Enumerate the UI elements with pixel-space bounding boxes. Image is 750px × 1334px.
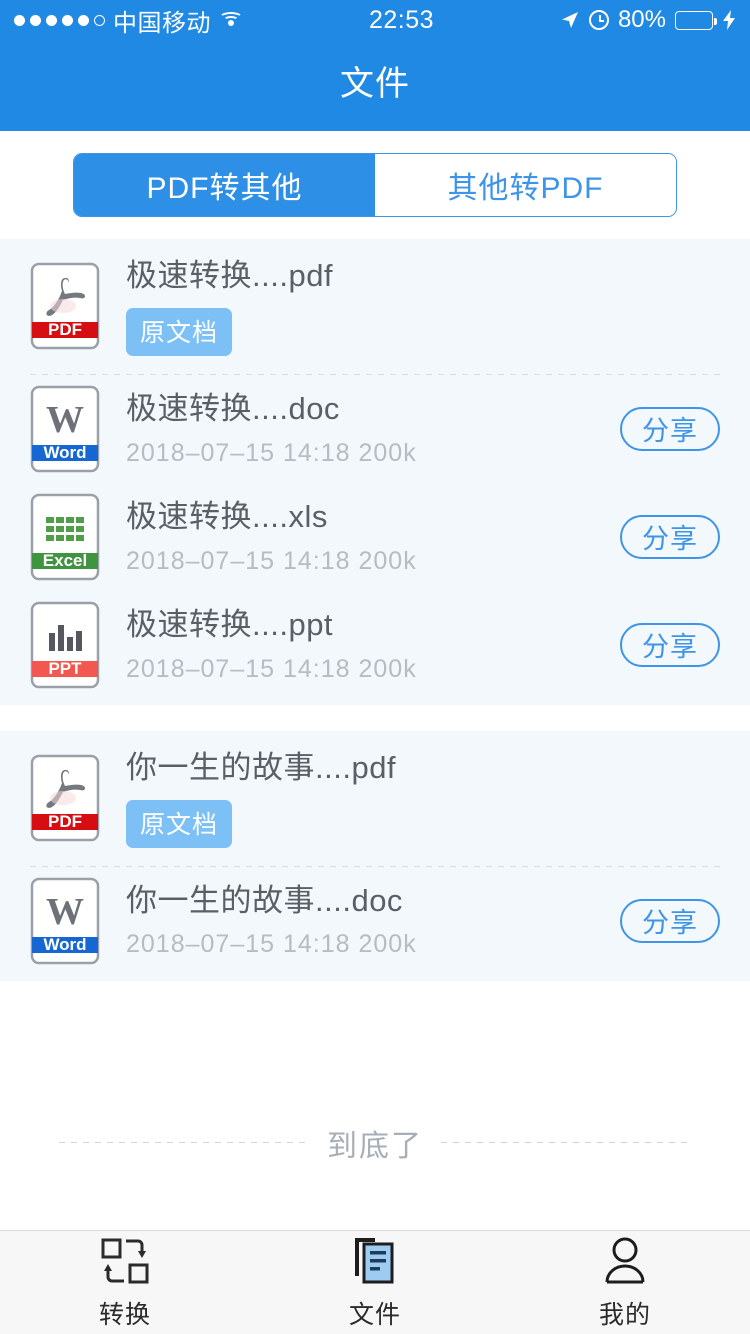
list-end-marker: 到底了 [0,1121,750,1165]
charging-bolt-icon [723,10,735,30]
tab-pdf-to-other[interactable]: PDF转其他 [74,154,375,216]
wifi-icon [219,11,243,29]
tab-other-to-pdf[interactable]: 其他转PDF [375,154,676,216]
file-meta: 2018–07–15 14:18 200k [126,438,417,467]
segmented-control[interactable]: PDF转其他 其他转PDF [73,153,677,217]
file-name: 你一生的故事....pdf [126,749,397,785]
tab-convert[interactable]: 转换 [0,1231,250,1334]
svg-text:W: W [46,399,84,441]
converted-file-text: 极速转换....ppt 2018–07–15 14:18 200k [126,606,620,684]
tab-files-label: 文件 [348,1300,401,1329]
signal-dot [30,14,41,26]
page-title: 文件 [340,65,410,103]
list-end-line-right [441,1142,691,1143]
carrier-label: 中国移动 [113,9,211,37]
share-button[interactable]: 分享 [620,406,720,451]
file-name: 你一生的故事....doc [126,882,403,918]
file-name: 极速转换....xls [126,498,328,534]
file-name: 极速转换....doc [126,390,340,426]
svg-text:PDF: PDF [48,812,82,831]
file-meta: 2018–07–15 14:18 200k [126,546,417,575]
converted-file-row[interactable]: W Word 你一生的故事....doc 2018–07–15 14:18 20… [0,867,750,975]
tab-convert-label: 转换 [98,1300,151,1329]
svg-text:W: W [46,891,84,933]
convert-icon [100,1235,150,1287]
excel-file-icon: Excel [30,493,100,581]
file-name: 极速转换....ppt [126,606,334,642]
signal-dot [14,14,25,26]
share-button[interactable]: 分享 [620,622,720,667]
status-bar-right: 80% [560,6,736,34]
location-arrow-icon [561,12,578,28]
file-name: 极速转换....pdf [126,258,334,293]
pdf-file-icon: PDF [30,754,100,842]
battery-percent-label: 80% [617,6,666,33]
share-button[interactable]: 分享 [620,898,720,943]
svg-text:PDF: PDF [48,320,82,339]
status-badge: 原文档 [126,799,233,848]
file-list[interactable]: PDF 极速转换....pdf 原文档 W Word 极速转换....doc 2… [0,239,750,1230]
tab-profile[interactable]: 我的 [500,1231,750,1334]
svg-text:Excel: Excel [43,551,87,570]
list-end-label: 到底了 [327,1129,423,1163]
tab-files[interactable]: 文件 [250,1231,500,1334]
converted-file-text: 极速转换....doc 2018–07–15 14:18 200k [126,390,620,468]
source-file-row[interactable]: PDF 极速转换....pdf 原文档 [0,239,750,374]
signal-dot [46,14,57,26]
converted-file-row[interactable]: Excel 极速转换....xls 2018–07–15 14:18 200k … [0,483,750,591]
bottom-tab-bar: 转换 文件 我的 [0,1230,750,1334]
signal-strength-dots [14,14,105,26]
status-bar: 中国移动 22:53 80% [0,0,750,40]
status-bar-left: 中国移动 [14,3,243,38]
file-meta: 2018–07–15 14:18 200k [126,654,417,683]
battery-icon [675,10,717,30]
converted-file-row[interactable]: W Word 极速转换....doc 2018–07–15 14:18 200k… [0,375,750,483]
signal-dot [78,14,89,26]
svg-text:PPT: PPT [48,659,82,678]
file-group: PDF 极速转换....pdf 原文档 W Word 极速转换....doc 2… [0,239,750,705]
ppt-file-icon: PPT [30,601,100,689]
signal-dot [62,14,73,26]
signal-dot-empty [94,14,105,26]
list-end-line-left [59,1142,309,1143]
converted-file-row[interactable]: PPT 极速转换....ppt 2018–07–15 14:18 200k 分享 [0,591,750,699]
nav-bar: 文件 [0,40,750,131]
status-badge: 原文档 [126,307,233,356]
files-icon [352,1235,398,1287]
converted-file-text: 你一生的故事....doc 2018–07–15 14:18 200k [126,882,620,960]
svg-text:Word: Word [43,443,86,462]
tab-profile-label: 我的 [598,1300,651,1329]
segmented-control-wrap: PDF转其他 其他转PDF [0,131,750,239]
status-bar-clock: 22:53 [368,5,434,34]
app-root: 中国移动 22:53 80% 文件 PDF转其他 其他转PDF PDF 极速转换… [0,0,750,1334]
share-button[interactable]: 分享 [620,514,720,559]
source-file-text: 你一生的故事....pdf 原文档 [126,749,720,848]
alarm-clock-icon [588,10,609,30]
source-file-text: 极速转换....pdf 原文档 [126,257,720,356]
pdf-file-icon: PDF [30,262,100,350]
word-file-icon: W Word [30,385,100,473]
file-meta: 2018–07–15 14:18 200k [126,930,417,959]
converted-file-text: 极速转换....xls 2018–07–15 14:18 200k [126,498,620,576]
source-file-row[interactable]: PDF 你一生的故事....pdf 原文档 [0,731,750,866]
profile-icon [602,1235,648,1287]
svg-text:Word: Word [43,935,86,954]
file-group: PDF 你一生的故事....pdf 原文档 W Word 你一生的故事....d… [0,730,750,981]
word-file-icon: W Word [30,877,100,965]
